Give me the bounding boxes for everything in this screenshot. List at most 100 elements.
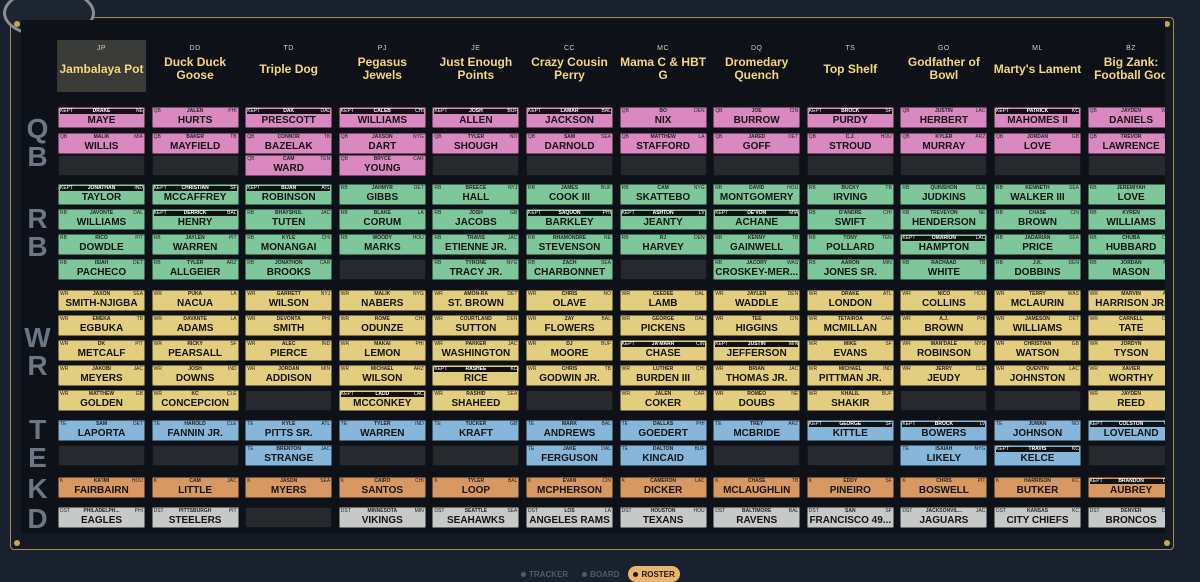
player-card[interactable]: RB ZACH SEA CHARBONNET xyxy=(526,259,613,280)
player-card[interactable]: TE KYLE ATL PITTS SR. xyxy=(245,420,333,441)
player-card[interactable]: RB JAYLEN PIT WARREN xyxy=(151,234,239,255)
player-card[interactable]: K CAIRO CHI SANTOS xyxy=(338,477,426,498)
player-card[interactable]: RB JADARIAN SEA PRICE xyxy=(994,234,1081,255)
player-card[interactable]: KEPT TRAVIS KC KELCE xyxy=(994,445,1081,466)
player-card[interactable]: WR WAN'DALE NYG ROBINSON xyxy=(900,340,988,361)
player-card[interactable]: WR ZAY BAL FLOWERS xyxy=(526,315,613,336)
empty-roster-slot[interactable] xyxy=(151,155,239,176)
player-card[interactable]: WR GEORGE DAL PICKENS xyxy=(619,315,707,336)
player-card[interactable]: TE TUCKER GB KRAFT xyxy=(432,420,520,441)
player-card[interactable]: WR DEVONTA PHI SMITH xyxy=(245,315,333,336)
player-card[interactable]: RB KYLE CHI MONANGAI xyxy=(245,234,333,255)
team-header[interactable]: MC Mama C & HBT G xyxy=(619,40,708,92)
empty-roster-slot[interactable] xyxy=(619,259,707,280)
empty-roster-slot[interactable] xyxy=(432,445,520,466)
player-card[interactable]: RB RJ DEN HARVEY xyxy=(619,234,707,255)
tracker-tab[interactable]: TRACKER xyxy=(516,566,573,582)
board-tab[interactable]: BOARD xyxy=(577,566,624,582)
player-card[interactable]: DST SAN SF FRANCISCO 49... xyxy=(806,507,894,528)
player-card[interactable]: WR RICKY SF PEARSALL xyxy=(151,340,239,361)
player-card[interactable]: WR GARRETT NYJ WILSON xyxy=(245,290,333,311)
empty-roster-slot[interactable] xyxy=(806,445,894,466)
empty-roster-slot[interactable] xyxy=(58,445,145,466)
player-card[interactable]: WR KHALIL BUF SHAKIR xyxy=(806,390,894,411)
player-card[interactable]: WR TEE CIN HIGGINS xyxy=(713,315,801,336)
player-card[interactable]: K CHASE TB MCLAUGHLIN xyxy=(713,477,801,498)
player-card[interactable]: QB BAKER TB MAYFIELD xyxy=(151,133,239,154)
player-card[interactable]: KEPTBRANDONDALAUBREY xyxy=(1087,477,1165,498)
player-card[interactable]: TE TREY ARZ MCBRIDE xyxy=(713,420,801,441)
player-card[interactable]: RB ISIAH DET PACHECO xyxy=(58,259,145,280)
player-card[interactable]: QB C.J. HOU STROUD xyxy=(806,133,894,154)
player-card[interactable]: QB JUSTIN LAC HERBERT xyxy=(900,107,988,128)
player-card[interactable]: RB JACORY WAS CROSKEY-MER... xyxy=(713,259,801,280)
team-header[interactable]: TD Triple Dog xyxy=(244,40,333,92)
player-card[interactable]: WR MICHAEL ARZ WILSON xyxy=(338,365,426,386)
player-card[interactable]: KEPT LAMAR BAL JACKSON xyxy=(526,107,613,128)
team-header[interactable]: DD Duck Duck Goose xyxy=(151,40,240,92)
player-card[interactable]: RB WOODY HOU MARKS xyxy=(338,234,426,255)
player-card[interactable]: DST PHILADELPH... PHI EAGLES xyxy=(58,507,145,528)
player-card[interactable]: K EVAN CIN MCPHERSON xyxy=(526,477,613,498)
player-card[interactable]: KEPTCOLSTONCHILOVELAND xyxy=(1087,420,1165,441)
player-card[interactable]: QB MALIK MIA WILLIS xyxy=(58,133,145,154)
player-card[interactable]: KEPT SAQUON PHI BARKLEY xyxy=(526,209,613,230)
player-card[interactable]: QB JORDAN GB LOVE xyxy=(994,133,1081,154)
player-card[interactable]: RB BLAKE LA CORUM xyxy=(338,209,426,230)
team-header[interactable]: ML Marty's Lament xyxy=(993,40,1082,92)
player-card[interactable]: RB D'ANDRE CHI SWIFT xyxy=(806,209,894,230)
player-card[interactable]: KEPT DAK DAL PRESCOTT xyxy=(245,107,333,128)
player-card[interactable]: RB CHASE CIN BROWN xyxy=(994,209,1081,230)
player-card[interactable]: RBJEREMIYAHNDLOVE xyxy=(1087,184,1165,205)
player-card[interactable]: WR PARKER JAC WASHINGTON xyxy=(432,340,520,361)
empty-roster-slot[interactable] xyxy=(58,155,145,176)
player-card[interactable]: RB DAVID HOU MONTGOMERY xyxy=(713,184,801,205)
player-card[interactable]: QB MATTHEW LA STAFFORD xyxy=(619,133,707,154)
player-card[interactable]: QB JOE CIN BURROW xyxy=(713,107,801,128)
player-card[interactable]: K TYLER BAL LOOP xyxy=(432,477,520,498)
player-card[interactable]: QBTREVORJACLAWRENCE xyxy=(1087,133,1165,154)
player-card[interactable]: TE JAKE DAL FERGUSON xyxy=(526,445,613,466)
player-card[interactable]: RB RICO PIT DOWDLE xyxy=(58,234,145,255)
player-card[interactable]: RB AARON MIN JONES SR. xyxy=(806,259,894,280)
player-card[interactable]: TE TYLER IND WARREN xyxy=(338,420,426,441)
player-card[interactable]: WR PUKA LA NACUA xyxy=(151,290,239,311)
player-card[interactable]: RB KENNY TB GAINWELL xyxy=(713,234,801,255)
player-card[interactable]: WR CHRISTIAN GB WATSON xyxy=(994,340,1081,361)
player-card[interactable]: DST BALTIMORE BAL RAVENS xyxy=(713,507,801,528)
player-card[interactable]: K CHRIS PIT BOSWELL xyxy=(900,477,988,498)
player-card[interactable]: KEPT PATRICK KC MAHOMES II xyxy=(994,107,1081,128)
player-card[interactable]: K HARRISON KC BUTKER xyxy=(994,477,1081,498)
player-card[interactable]: KEPT BIJAN ATL ROBINSON xyxy=(245,184,333,205)
player-card[interactable]: DST JACKSONVIL... JAC JAGUARS xyxy=(900,507,988,528)
empty-roster-slot[interactable] xyxy=(1087,445,1165,466)
player-card[interactable]: WRJORDYNNOTYSON xyxy=(1087,340,1165,361)
team-header[interactable]: BZ Big Zank: Football God xyxy=(1087,40,1165,92)
player-card[interactable]: KEPT DE'VON MIA ACHANE xyxy=(713,209,801,230)
player-card[interactable]: WR CHRIS TB GODWIN JR. xyxy=(526,365,613,386)
player-card[interactable]: RB CAM NYG SKATTEBO xyxy=(619,184,707,205)
empty-roster-slot[interactable] xyxy=(900,155,988,176)
player-card[interactable]: WR DK PIT METCALF xyxy=(58,340,145,361)
player-card[interactable]: WR A.J. PHI BROWN xyxy=(900,315,988,336)
empty-roster-slot[interactable] xyxy=(994,390,1081,411)
player-card[interactable]: WR JAMESON DET WILLIAMS xyxy=(994,315,1081,336)
player-card[interactable]: RB TRAVIS JAC ETIENNE JR. xyxy=(432,234,520,255)
player-card[interactable]: WR BRIAN JAC THOMAS JR. xyxy=(713,365,801,386)
player-card[interactable]: KEPT JUSTIN MIN JEFFERSON xyxy=(713,340,801,361)
player-card[interactable]: KEPT JOSH BUF ALLEN xyxy=(432,107,520,128)
player-card[interactable]: QB KYLER ARZ MURRAY xyxy=(900,133,988,154)
player-card[interactable]: DSTDENVERDENBRONCOS xyxy=(1087,507,1165,528)
player-card[interactable]: RB TYLER ARZ ALLGEIER xyxy=(151,259,239,280)
empty-roster-slot[interactable] xyxy=(432,155,520,176)
player-card[interactable]: DST KANSAS KC CITY CHIEFS xyxy=(994,507,1081,528)
player-card[interactable]: RB JAVONTE DAL WILLIAMS xyxy=(58,209,145,230)
empty-roster-slot[interactable] xyxy=(526,155,613,176)
player-card[interactable]: KEPT DERRICK BAL HENRY xyxy=(151,209,239,230)
player-card[interactable]: KEPT ASHTON LV JEANTY xyxy=(619,209,707,230)
player-card[interactable]: RB J.K. DEN DOBBINS xyxy=(994,259,1081,280)
empty-roster-slot[interactable] xyxy=(526,390,613,411)
player-card[interactable]: WR RASHID SEA SHAHEED xyxy=(432,390,520,411)
player-card[interactable]: WR MALIK NYG NABERS xyxy=(338,290,426,311)
player-card[interactable]: KEPT DRAKE NE MAYE xyxy=(58,107,145,128)
